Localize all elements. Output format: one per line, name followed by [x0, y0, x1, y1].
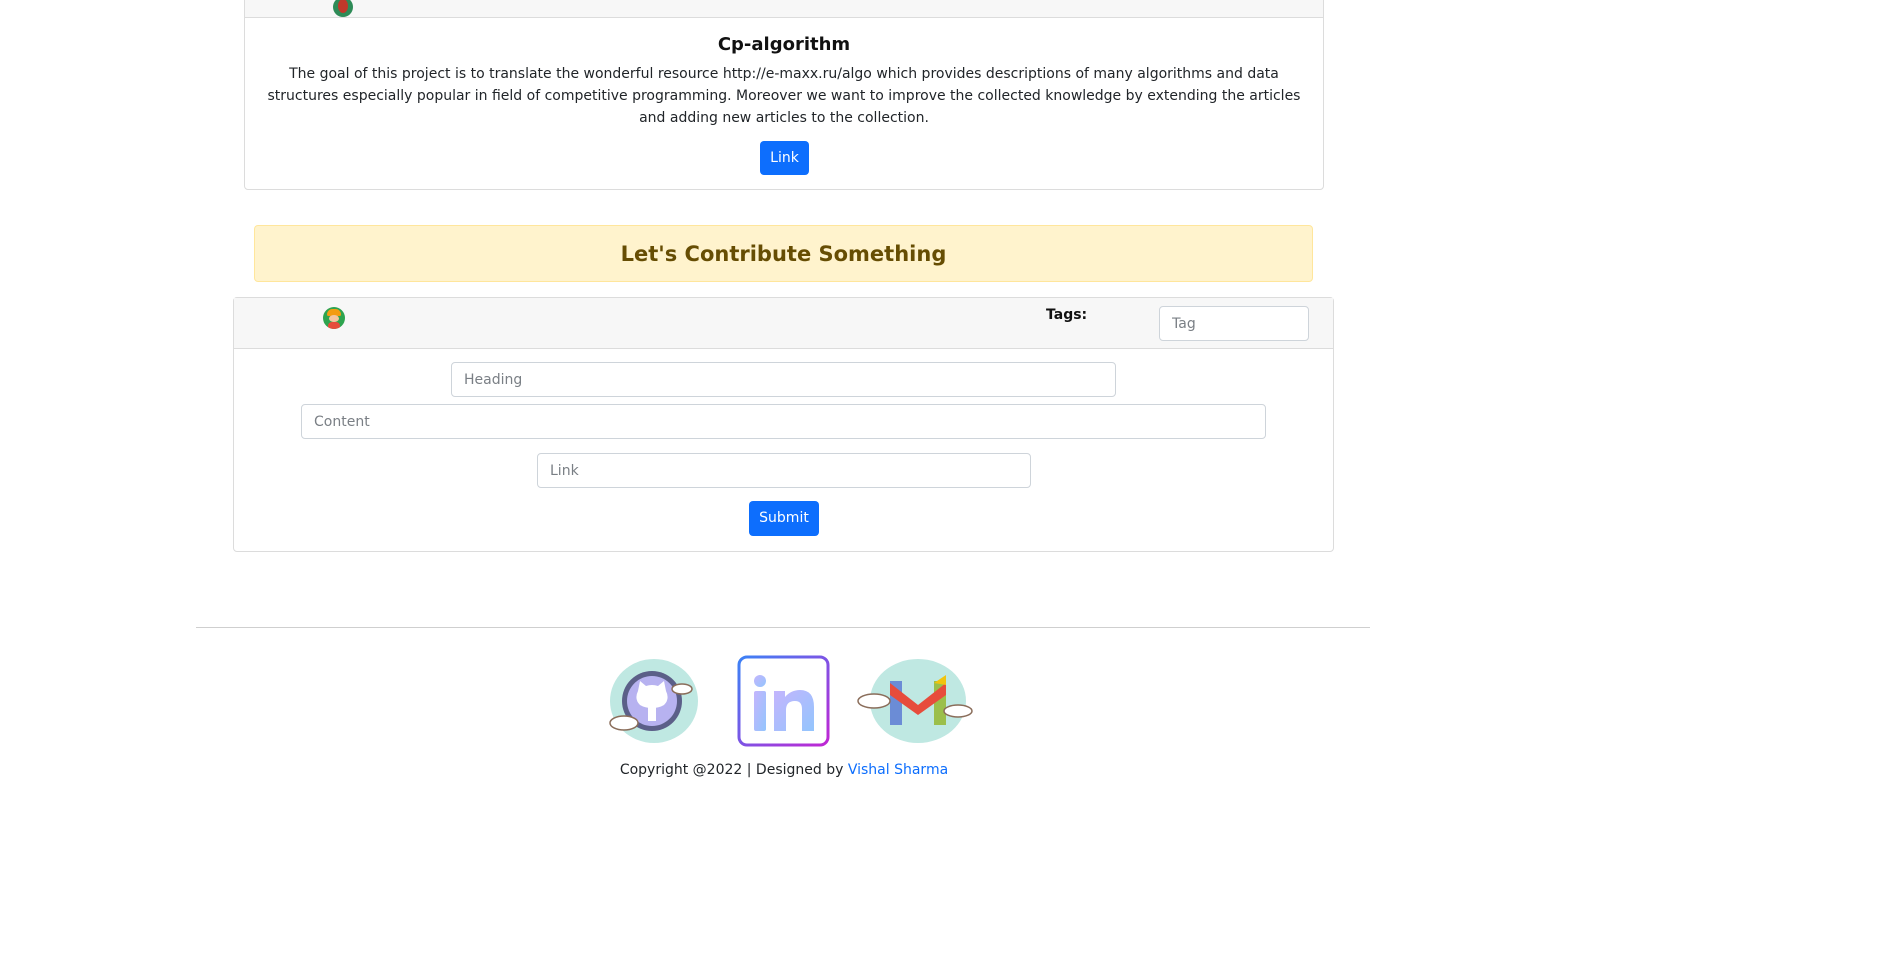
link-input[interactable]	[537, 453, 1031, 488]
project-card-body: Cp-algorithm The goal of this project is…	[245, 18, 1323, 129]
footer-divider	[196, 627, 1370, 628]
gmail-icon	[857, 659, 973, 743]
tag-input[interactable]	[1159, 306, 1309, 341]
project-card: Cp-algorithm The goal of this project is…	[244, 0, 1324, 190]
github-link[interactable]	[602, 655, 702, 747]
project-card-header	[245, 0, 1323, 18]
contribute-form-header: Tags:	[234, 298, 1333, 349]
content-input[interactable]	[301, 404, 1266, 439]
tags-label: Tags:	[1046, 307, 1088, 323]
contribute-form: Tags: Submit	[233, 297, 1334, 552]
github-icon	[609, 659, 698, 743]
project-link-button[interactable]: Link	[760, 141, 809, 175]
linkedin-icon	[737, 655, 830, 747]
designer-link[interactable]: Vishal Sharma	[848, 762, 948, 778]
contribute-banner: Let's Contribute Something	[254, 225, 1313, 282]
copyright-text: Copyright @2022 | Designed by	[619, 762, 848, 778]
linkedin-link[interactable]	[737, 655, 830, 747]
submit-button[interactable]: Submit	[749, 501, 819, 536]
avatar	[333, 0, 353, 17]
heading-input[interactable]	[451, 362, 1116, 397]
footer-copyright: Copyright @2022 | Designed by Vishal Sha…	[0, 762, 1568, 778]
gmail-link[interactable]	[856, 655, 976, 747]
user-avatar	[323, 307, 345, 329]
project-title: Cp-algorithm	[717, 34, 851, 55]
project-description: The goal of this project is to translate…	[267, 66, 1301, 126]
